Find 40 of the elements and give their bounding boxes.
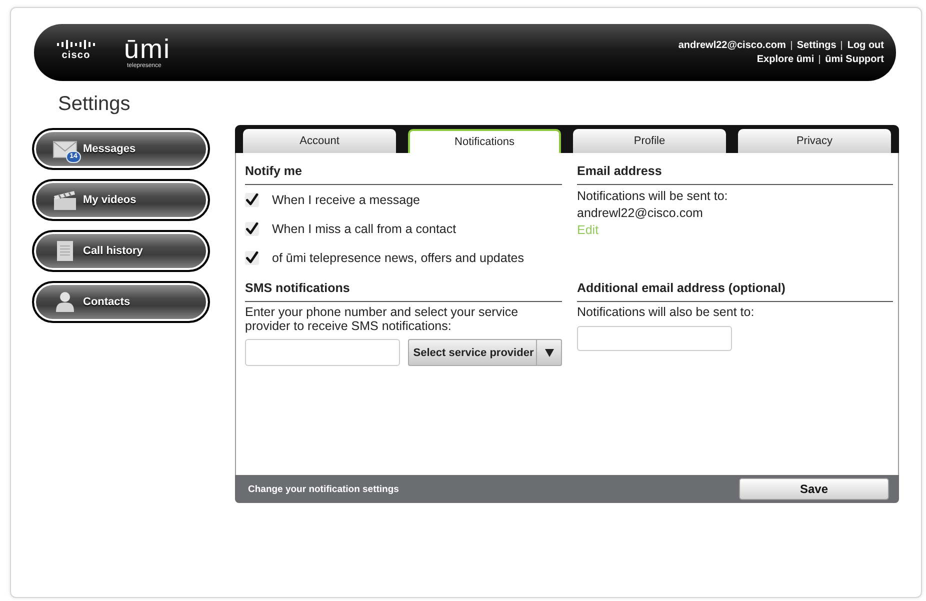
header-link[interactable]: Log out	[847, 40, 884, 51]
brand-name: cisco	[62, 50, 90, 60]
checkbox[interactable]	[245, 222, 259, 236]
email-note: Notifications will be sent to:	[577, 188, 729, 205]
option-label: When I miss a call from a contact	[272, 222, 456, 236]
additional-email-field[interactable]	[577, 326, 732, 351]
service-provider-dropdown[interactable]: Select service provider	[408, 339, 562, 366]
header-link[interactable]: andrewl22@cisco.com	[678, 40, 786, 51]
header-link[interactable]: Settings	[796, 40, 836, 51]
clapperboard-icon	[54, 190, 76, 210]
email-address: andrewl22@cisco.com	[577, 205, 704, 222]
header-link[interactable]: Explore ūmi	[756, 54, 814, 65]
page-title: Settings	[58, 92, 132, 116]
caret-icon	[544, 348, 554, 356]
logo-bars-icon	[57, 40, 95, 48]
additional-email-note: Notifications will also be sent to:	[577, 305, 756, 320]
section-heading: Additional email address (optional)	[577, 281, 893, 302]
product-name: ūmi	[124, 36, 171, 62]
sidebar-button[interactable]: Call history	[32, 230, 210, 272]
tab[interactable]: Profile	[573, 129, 726, 153]
sms-description: Enter your phone number and select your service provider to receive SMS notifications:	[245, 305, 520, 333]
document-icon	[57, 241, 73, 261]
footer-hint: Change your notification settings	[248, 484, 399, 494]
sidebar-button[interactable]: Contacts	[32, 281, 210, 323]
option-label: When I receive a message	[272, 192, 420, 206]
option-label: of ūmi telepresence news, offers and updates	[272, 250, 524, 264]
checkbox[interactable]	[245, 250, 259, 264]
tab[interactable]: Account	[243, 129, 396, 153]
phone-number-field[interactable]	[245, 339, 400, 366]
sidebar-button[interactable]: My videos	[32, 179, 210, 221]
save-button[interactable]: Save	[739, 478, 889, 500]
tab[interactable]: Notifications	[408, 129, 561, 153]
section-heading: Notify me	[245, 164, 562, 185]
section-heading: SMS notifications	[245, 281, 562, 302]
envelope-icon	[53, 140, 77, 158]
person-icon	[56, 292, 74, 312]
header-link[interactable]: ūmi Support	[825, 54, 884, 65]
checkbox[interactable]	[245, 192, 259, 206]
tab[interactable]: Privacy	[738, 129, 891, 153]
section-heading: Email address	[577, 164, 893, 185]
